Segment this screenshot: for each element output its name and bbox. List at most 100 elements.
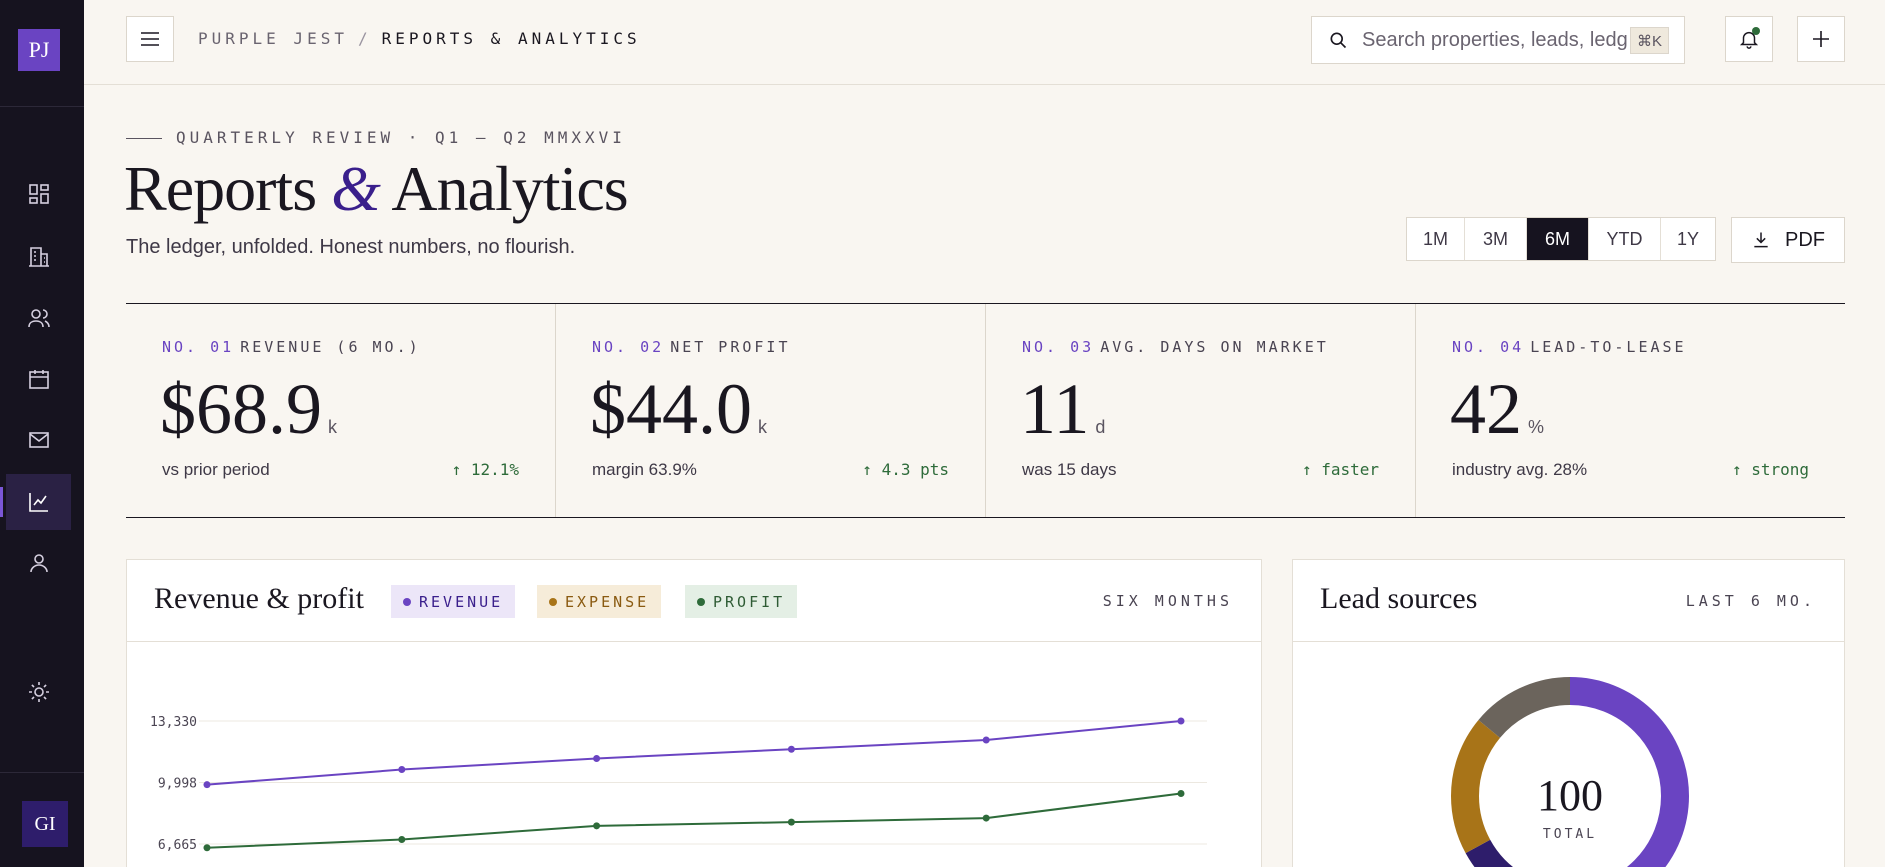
kpi-unit: d: [1095, 417, 1106, 437]
data-point-profit[interactable]: [982, 814, 990, 822]
legend-chip-expense[interactable]: EXPENSE: [537, 585, 662, 618]
lead-sources-donut-chart: 100 TOTAL: [1451, 677, 1689, 867]
y-tick-label: 13,330: [150, 715, 197, 730]
data-point-profit[interactable]: [203, 844, 211, 852]
legend-dot: [697, 597, 705, 606]
sidebar-item-settings[interactable]: [6, 664, 71, 720]
revenue-card-period: SIX MONTHS: [1102, 592, 1233, 610]
page-title-part: Reports: [124, 153, 332, 224]
search-icon: [1330, 32, 1347, 49]
topbar: PURPLE JEST / REPORTS & ANALYTICS ⌘K: [84, 0, 1885, 85]
kpi-label-text: LEAD-TO-LEASE: [1530, 338, 1687, 356]
search-box: ⌘K: [1311, 16, 1685, 64]
search-shortcut-badge: ⌘K: [1629, 27, 1669, 54]
data-point-revenue[interactable]: [203, 781, 211, 789]
leads-card-title: Lead sources: [1320, 582, 1478, 615]
data-point-profit[interactable]: [787, 818, 795, 826]
revenue-card-title: Revenue & profit: [154, 582, 364, 615]
donut-center-label: TOTAL: [1543, 827, 1597, 842]
add-button[interactable]: [1797, 16, 1845, 62]
kpi-note: margin 63.9%: [592, 460, 697, 479]
page-title-ampersand: &: [331, 153, 381, 224]
kpi-card: NO. 02 NET PROFIT $44.0 k margin 63.9% ↑ 4.3 …: [556, 304, 986, 517]
data-point-profit[interactable]: [398, 835, 406, 843]
data-point-revenue[interactable]: [593, 754, 601, 762]
kpi-label: NO. 02 NET PROFIT: [592, 338, 791, 356]
sidebar-item-properties[interactable]: [6, 229, 71, 285]
hamburger-icon: [141, 32, 159, 46]
sidebar-item-profile[interactable]: [6, 535, 71, 591]
range-option-3m[interactable]: 3M: [1465, 218, 1527, 260]
mail-icon: [28, 432, 49, 448]
kpi-number: NO. 04: [1452, 338, 1525, 356]
data-point-revenue[interactable]: [787, 745, 795, 753]
legend-dot: [403, 597, 411, 606]
kpi-number: NO. 01: [162, 338, 235, 356]
user-avatar[interactable]: GI: [22, 801, 68, 847]
users-icon: [27, 309, 50, 328]
building-icon: [28, 247, 49, 267]
search-input[interactable]: [1362, 28, 1628, 52]
kpi-note: industry avg. 28%: [1452, 460, 1588, 479]
kpi-value-number: 42: [1450, 369, 1522, 449]
revenue-profit-card: Revenue & profit REVENUE EXPENSE PROFIT SI…: [126, 559, 1262, 867]
kpi-delta: ↑ strong: [1731, 460, 1809, 479]
export-pdf-button[interactable]: PDF: [1731, 217, 1845, 263]
notifications-button[interactable]: [1725, 16, 1773, 62]
series-line-revenue: [206, 720, 1182, 786]
kpi-card: NO. 04 LEAD-TO-LEASE 42% industry avg. 28% ↑…: [1416, 304, 1845, 517]
sun-gear-icon: [28, 682, 49, 702]
sidebar-divider: [0, 106, 84, 107]
grid-icon: [28, 184, 49, 204]
range-option-6m[interactable]: 6M: [1527, 218, 1589, 260]
kpi-label: NO. 04 LEAD-TO-LEASE: [1452, 338, 1687, 356]
kpi-value: $68.9 k: [160, 368, 337, 451]
kpi-unit: k: [328, 417, 337, 437]
y-tick-label: 6,665: [158, 838, 197, 853]
sidebar-item-reports[interactable]: [0, 474, 71, 530]
range-option-1m[interactable]: 1M: [1407, 218, 1465, 260]
sidebar-divider: [0, 772, 84, 773]
breadcrumb-org[interactable]: PURPLE JEST: [198, 29, 348, 48]
data-point-profit[interactable]: [1177, 790, 1185, 798]
kpi-note: was 15 days: [1022, 460, 1117, 479]
brand-logo[interactable]: PJ: [18, 29, 60, 71]
legend-chip-revenue[interactable]: REVENUE: [391, 585, 516, 618]
breadcrumb-separator: /: [357, 29, 372, 48]
kpi-value: 11 d: [1020, 368, 1105, 451]
kpi-label-text: AVG. DAYS ON MARKET: [1100, 338, 1329, 356]
calendar-icon: [28, 370, 49, 389]
data-point-profit[interactable]: [593, 822, 601, 830]
breadcrumb: PURPLE JEST / REPORTS & ANALYTICS: [198, 29, 641, 48]
kpi-number: NO. 02: [592, 338, 665, 356]
kpi-value: $44.0 k: [590, 368, 767, 451]
sidebar-item-calendar[interactable]: [6, 351, 71, 407]
sidebar-item-messages[interactable]: [6, 412, 71, 468]
kpi-label: NO. 03 AVG. DAYS ON MARKET: [1022, 338, 1329, 356]
sidebar-item-dashboard[interactable]: [6, 166, 71, 222]
page-title-part: Analytics: [379, 153, 628, 224]
kpi-card: NO. 01 REVENUE (6 MO.) $68.9 k vs prior peri…: [126, 304, 556, 517]
lead-sources-card: Lead sources LAST 6 MO. 100 TOTAL: [1292, 559, 1845, 867]
kpi-value-number: $44.0: [590, 369, 752, 449]
legend-chip-profit[interactable]: PROFIT: [685, 585, 798, 618]
data-point-revenue[interactable]: [398, 766, 406, 774]
kpi-value-number: $68.9: [160, 369, 322, 449]
data-point-revenue[interactable]: [1177, 717, 1185, 725]
kpi-delta: ↑ 4.3 pts: [862, 460, 949, 479]
kpi-number: NO. 03: [1022, 338, 1095, 356]
kpi-card: NO. 03 AVG. DAYS ON MARKET 11 d was 15 days ↑…: [986, 304, 1416, 517]
breadcrumb-current: REPORTS & ANALYTICS: [381, 29, 641, 48]
range-option-1y[interactable]: 1Y: [1661, 218, 1715, 260]
sidebar-item-leads[interactable]: [6, 290, 71, 346]
chart-line-icon: [28, 493, 48, 512]
notification-dot: [1752, 27, 1760, 35]
card-header: Revenue & profit REVENUE EXPENSE PROFIT SI…: [127, 560, 1261, 642]
kpi-row: NO. 01 REVENUE (6 MO.) $68.9 k vs prior peri…: [126, 303, 1845, 518]
kpi-unit: %: [1528, 417, 1545, 437]
menu-button[interactable]: [126, 16, 174, 62]
range-option-ytd[interactable]: YTD: [1589, 218, 1661, 260]
data-point-revenue[interactable]: [982, 736, 990, 744]
leads-card-period: LAST 6 MO.: [1685, 592, 1816, 610]
kpi-value-number: 11: [1020, 369, 1090, 449]
